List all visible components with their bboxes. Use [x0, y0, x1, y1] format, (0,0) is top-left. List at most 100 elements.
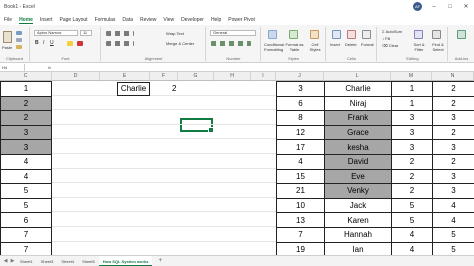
column-header-c[interactable]: C	[0, 72, 52, 81]
left-value-cell[interactable]: 3	[0, 124, 52, 141]
lookup-result-value[interactable]: 2	[172, 84, 176, 93]
left-value-cell[interactable]: 2	[0, 95, 52, 112]
table-cell[interactable]: Charlie	[324, 81, 392, 97]
tab-file[interactable]: File	[4, 17, 12, 23]
table-cell[interactable]: David	[324, 154, 392, 170]
table-cell[interactable]: 3	[432, 139, 474, 155]
table-cell[interactable]: Karen	[324, 212, 392, 228]
table-cell[interactable]: 12	[276, 124, 325, 141]
table-cell[interactable]: 10	[276, 197, 325, 214]
table-cell[interactable]: Jack	[324, 197, 392, 214]
cell-styles-icon[interactable]	[310, 30, 319, 39]
column-header-g[interactable]: G	[178, 72, 214, 81]
column-header-e[interactable]: E	[100, 72, 150, 81]
left-value-cell[interactable]: 3	[0, 139, 52, 155]
left-value-cell[interactable]: 4	[0, 168, 52, 185]
format-as-table-button[interactable]: Format as Table	[285, 42, 304, 52]
number-format-icons[interactable]	[211, 41, 251, 46]
italic-button[interactable]: I	[43, 40, 44, 46]
fill-color-icon[interactable]	[67, 41, 73, 46]
font-size-select[interactable]: 11	[80, 30, 92, 36]
table-cell[interactable]: 19	[276, 241, 325, 255]
table-cell[interactable]: 2	[432, 154, 474, 170]
left-value-cell[interactable]: 6	[0, 212, 52, 228]
wrap-text-button[interactable]: Wrap Text	[166, 31, 184, 36]
table-cell[interactable]: 3	[432, 168, 474, 185]
table-cell[interactable]: 3	[391, 110, 433, 126]
copy-icon[interactable]	[16, 38, 22, 42]
add-sheet-icon[interactable]: +	[152, 258, 168, 264]
table-cell[interactable]: 17	[276, 139, 325, 155]
table-cell[interactable]: 2	[432, 95, 474, 112]
prev-sheet-icon[interactable]: ◀	[2, 258, 9, 264]
tab-view[interactable]: View	[163, 17, 174, 23]
tab-formulas[interactable]: Formulas	[95, 17, 116, 23]
table-cell[interactable]: 1	[391, 95, 433, 112]
format-painter-icon[interactable]	[16, 45, 22, 49]
delete-icon[interactable]	[347, 30, 356, 39]
tab-review[interactable]: Review	[140, 17, 156, 23]
left-value-cell[interactable]: 7	[0, 227, 52, 243]
conditional-formatting-icon[interactable]	[268, 30, 277, 39]
avatar[interactable]: AF	[413, 2, 422, 11]
tab-page-layout[interactable]: Page Layout	[59, 17, 87, 23]
left-value-cell[interactable]: 4	[0, 154, 52, 170]
sheet-tab-3[interactable]: Sheet4	[57, 256, 78, 266]
table-cell[interactable]: 4	[432, 212, 474, 228]
table-cell[interactable]: 2	[391, 183, 433, 199]
left-value-cell[interactable]: 5	[0, 183, 52, 199]
table-cell[interactable]: 15	[276, 168, 325, 185]
table-cell[interactable]: 5	[391, 212, 433, 228]
clear-button[interactable]: ⌫ Clear	[382, 43, 398, 48]
paste-icon[interactable]	[3, 31, 12, 43]
column-header-j[interactable]: J	[276, 72, 324, 81]
left-value-cell[interactable]: 1	[0, 81, 52, 97]
column-header-l[interactable]: L	[324, 72, 391, 81]
table-cell[interactable]: kesha	[324, 139, 392, 155]
worksheet-grid[interactable]: C D E F G H I J L M N 1 2 2 3 3 4 4 5 5 6 7 7 Charlie 2 3 Charlie 1…	[0, 72, 474, 255]
sort-filter-button[interactable]: Sort & Filter	[410, 42, 428, 52]
table-cell[interactable]: 3	[432, 110, 474, 126]
format-as-table-icon[interactable]	[289, 30, 298, 39]
table-cell[interactable]: 4	[276, 154, 325, 170]
font-name-select[interactable]: Aptos Narrow	[34, 30, 78, 36]
bold-button[interactable]: B	[35, 40, 39, 46]
table-cell[interactable]: 1	[391, 81, 433, 97]
table-cell[interactable]: 4	[432, 197, 474, 214]
delete-button[interactable]: Delete	[345, 42, 357, 47]
cut-icon[interactable]	[16, 31, 22, 35]
maximize-icon[interactable]: □	[446, 3, 454, 11]
minimize-icon[interactable]: –	[430, 3, 438, 11]
column-header-d[interactable]: D	[52, 72, 100, 81]
sort-filter-icon[interactable]	[414, 30, 423, 39]
fill-button[interactable]: ↓ Fill	[382, 36, 390, 41]
insert-icon[interactable]	[332, 30, 341, 39]
align-horizontal-icons[interactable]	[106, 41, 134, 46]
table-cell[interactable]: 5	[432, 227, 474, 243]
tab-insert[interactable]: Insert	[40, 17, 53, 23]
table-cell[interactable]: Eve	[324, 168, 392, 185]
font-color-icon[interactable]	[77, 41, 83, 46]
table-cell[interactable]: Venky	[324, 183, 392, 199]
sheet-tab-1[interactable]: Sheet1	[16, 256, 37, 266]
table-cell[interactable]: 4	[391, 227, 433, 243]
paste-button[interactable]: Paste	[2, 45, 12, 50]
format-button[interactable]: Format	[361, 42, 374, 47]
table-cell[interactable]: 2	[432, 124, 474, 141]
table-cell[interactable]: 2	[391, 154, 433, 170]
table-cell[interactable]: 7	[276, 227, 325, 243]
addins-icon[interactable]	[457, 30, 466, 39]
find-select-icon[interactable]	[432, 30, 441, 39]
conditional-formatting-button[interactable]: Conditional Formatting	[264, 42, 284, 52]
left-value-cell[interactable]: 2	[0, 110, 52, 126]
table-cell[interactable]: 21	[276, 183, 325, 199]
sheet-tab-5[interactable]: How SQL System works	[98, 255, 153, 266]
sheet-tab-2[interactable]: Sheet3	[37, 256, 58, 266]
lookup-name-cell[interactable]: Charlie	[117, 82, 150, 96]
column-header-m[interactable]: M	[391, 72, 432, 81]
cell-styles-button[interactable]: Cell Styles	[306, 42, 324, 52]
tab-power-pivot[interactable]: Power Pivot	[228, 17, 255, 23]
table-cell[interactable]: 3	[432, 183, 474, 199]
table-cell[interactable]: Ian	[324, 241, 392, 255]
tab-help[interactable]: Help	[211, 17, 221, 23]
